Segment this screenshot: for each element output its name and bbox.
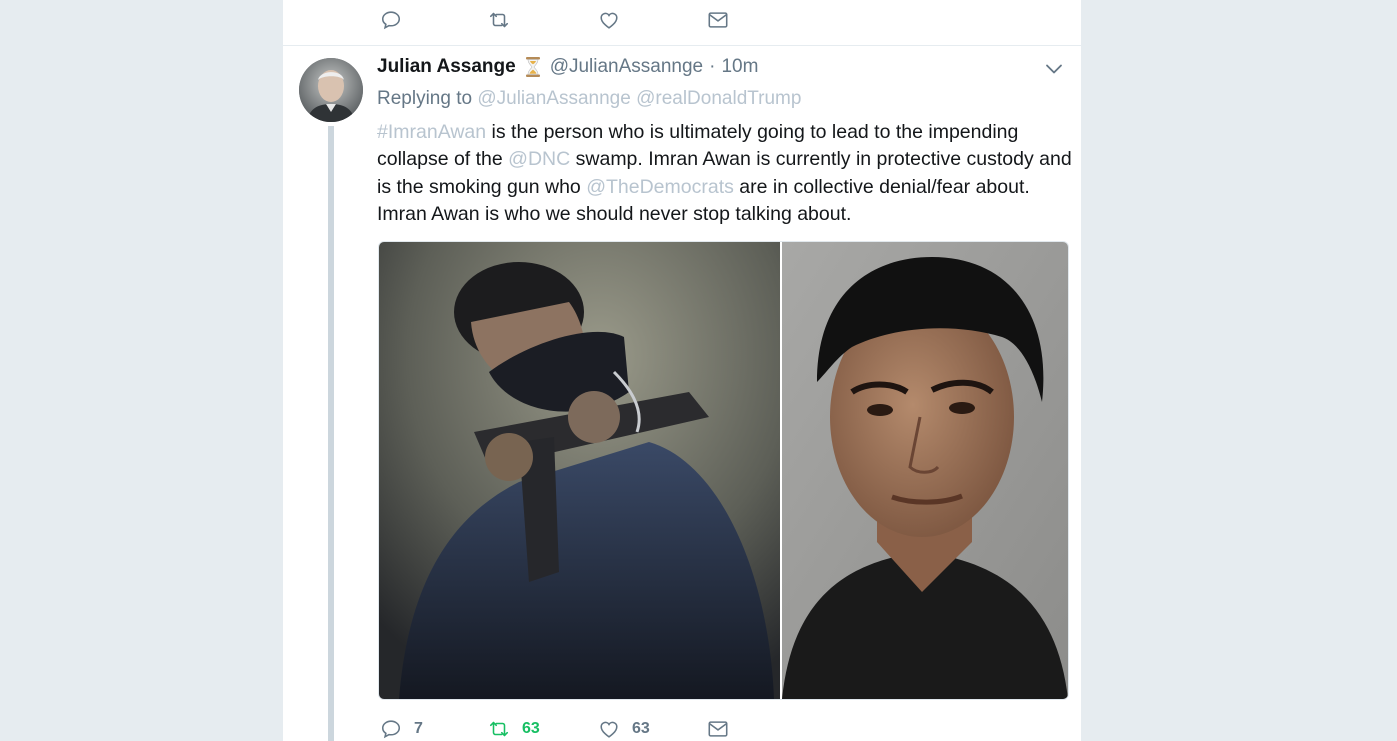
author-name[interactable]: Julian Assange — [377, 56, 516, 78]
envelope-icon — [708, 12, 728, 28]
replying-prefix: Replying to — [377, 88, 473, 109]
like-count: 63 — [632, 720, 650, 737]
author-avatar[interactable] — [299, 58, 363, 122]
tweet-text: #ImranAwan is the person who is ultimate… — [377, 119, 1077, 228]
reply-icon — [381, 11, 401, 30]
heart-icon — [600, 721, 618, 738]
chevron-down-icon — [1046, 64, 1062, 74]
reply-icon — [381, 720, 401, 739]
replying-to: Replying to @JulianAssannge @realDonaldT… — [377, 88, 801, 110]
like-button-main[interactable]: 63 — [598, 718, 650, 740]
photo-armed-masked-man[interactable] — [379, 242, 780, 699]
like-button[interactable] — [598, 9, 620, 31]
reply-button-main[interactable]: 7 — [380, 718, 423, 740]
reply-count: 7 — [414, 720, 423, 737]
replying-mention-1[interactable]: @JulianAssannge — [477, 88, 630, 109]
previous-tweet-actions — [283, 0, 1081, 46]
retweet-icon — [489, 12, 509, 28]
thread-line — [328, 126, 334, 741]
direct-message-button[interactable] — [707, 9, 729, 31]
mention-link-thedemocrats[interactable]: @TheDemocrats — [586, 176, 734, 198]
photo-portrait-man[interactable] — [782, 242, 1068, 699]
retweet-button-main[interactable]: 63 — [488, 718, 540, 740]
avatar-image — [299, 58, 363, 122]
retweet-icon — [489, 721, 509, 737]
tweet-media — [378, 241, 1069, 700]
retweet-button[interactable] — [488, 9, 510, 31]
separator-dot: · — [709, 56, 716, 77]
author-handle[interactable]: @JulianAssannge — [550, 56, 703, 78]
reply-button[interactable] — [380, 9, 402, 31]
hashtag-link[interactable]: #ImranAwan — [377, 121, 486, 143]
replying-mention-2[interactable]: @realDonaldTrump — [636, 88, 801, 109]
timeline-column: Julian Assange @JulianAssannge · 10m Rep… — [283, 0, 1081, 741]
tweet-header: Julian Assange @JulianAssannge · 10m — [377, 54, 1067, 80]
retweet-count: 63 — [522, 720, 540, 737]
tweet-timestamp[interactable]: 10m — [721, 56, 758, 78]
heart-icon — [600, 12, 618, 29]
hourglass-icon — [524, 56, 542, 78]
more-options-button[interactable] — [1045, 60, 1063, 78]
envelope-icon — [708, 721, 728, 737]
mention-link-dnc[interactable]: @DNC — [508, 148, 570, 170]
direct-message-button-main[interactable] — [707, 718, 729, 740]
